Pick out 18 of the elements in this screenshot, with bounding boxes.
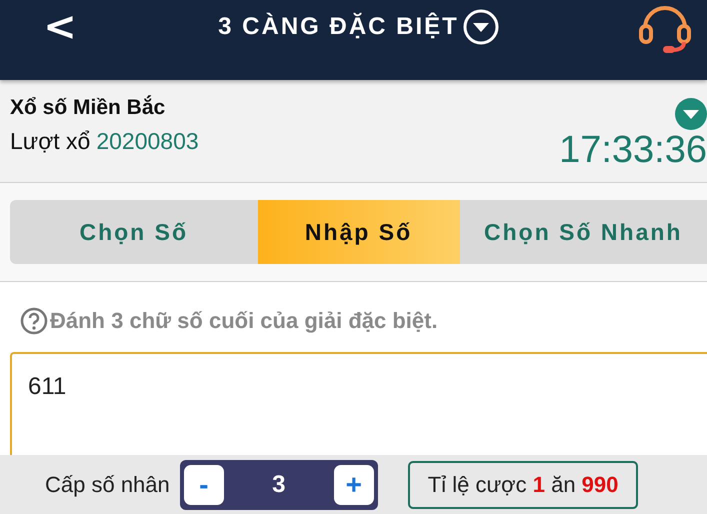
- odds-label: Tỉ lệ cược 1 ăn 990: [408, 460, 638, 508]
- multiplier-value: 3: [272, 470, 286, 498]
- countdown-timer: 17:33:36: [559, 130, 707, 170]
- lottery-name: Xổ số Miền Bắc: [10, 96, 166, 120]
- decrease-button[interactable]: -: [184, 464, 224, 504]
- dropdown-icon[interactable]: [462, 9, 499, 45]
- tab[interactable]: Nhập Số: [258, 200, 460, 264]
- increase-button[interactable]: +: [334, 464, 374, 504]
- back-button[interactable]: <: [40, 4, 80, 50]
- multiplier-label: Cấp số nhân: [45, 472, 170, 498]
- hint-text: Đánh 3 chữ số cuối của giải đặc biệt.: [50, 308, 438, 334]
- number-input-field[interactable]: 611: [10, 352, 707, 455]
- round-label: Lượt xổ: [10, 128, 90, 155]
- tab[interactable]: Chọn Số Nhanh: [460, 200, 707, 264]
- tab[interactable]: Chọn Số: [10, 200, 258, 264]
- round-number: 20200803: [96, 128, 199, 155]
- page-title: 3 CÀNG ĐẶC BIỆT: [218, 13, 459, 41]
- help-icon[interactable]: [20, 307, 48, 335]
